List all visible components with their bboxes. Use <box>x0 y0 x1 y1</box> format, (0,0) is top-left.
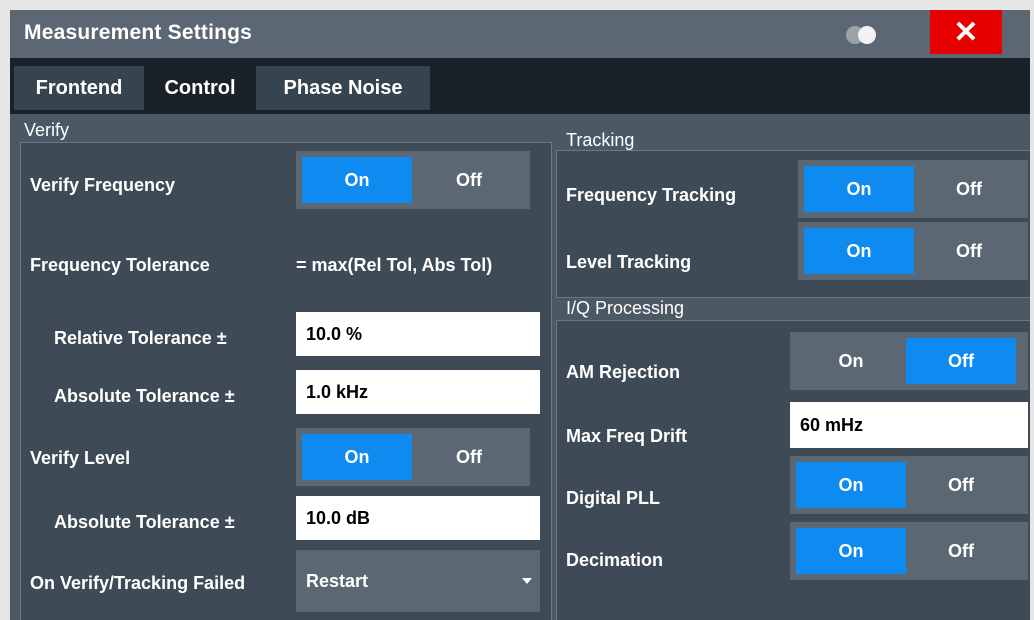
verify-level-on[interactable]: On <box>302 434 412 480</box>
level-tracking-toggle[interactable]: On Off <box>798 222 1028 280</box>
verify-frequency-off[interactable]: Off <box>414 157 524 203</box>
relative-tolerance-label: Relative Tolerance ± <box>54 328 227 348</box>
digital-pll-on[interactable]: On <box>796 462 906 508</box>
frequency-tracking-label: Frequency Tracking <box>566 185 737 205</box>
frequency-tracking-on[interactable]: On <box>804 166 914 212</box>
tab-strip: Frontend Control Phase Noise <box>10 58 1030 114</box>
chevron-down-icon <box>522 578 532 584</box>
level-tracking-label: Level Tracking <box>566 252 692 272</box>
tab-frontend[interactable]: Frontend <box>14 66 144 110</box>
max-freq-drift-input[interactable]: 60 mHz <box>790 402 1028 448</box>
max-freq-drift-label: Max Freq Drift <box>566 426 688 446</box>
frequency-tolerance-value: = max(Rel Tol, Abs Tol) <box>296 255 493 275</box>
frequency-tracking-off[interactable]: Off <box>914 166 1024 212</box>
absolute-tolerance-freq-input[interactable]: 1.0 kHz <box>296 370 540 414</box>
theme-toggle-icon[interactable] <box>846 26 880 44</box>
level-tracking-off[interactable]: Off <box>914 228 1024 274</box>
dialog-title: Measurement Settings <box>24 21 253 44</box>
close-icon: ✕ <box>953 15 979 49</box>
iq-processing-section-title: I/Q Processing <box>566 298 685 318</box>
am-rejection-label: AM Rejection <box>566 362 681 382</box>
decimation-on[interactable]: On <box>796 528 906 574</box>
on-failed-dropdown[interactable]: Restart <box>296 550 540 612</box>
frequency-tolerance-label: Frequency Tolerance <box>30 255 210 275</box>
measurement-settings-dialog: Measurement Settings ✕ Frontend Control … <box>10 10 1030 620</box>
decimation-off[interactable]: Off <box>906 528 1016 574</box>
tab-control[interactable]: Control <box>146 66 254 110</box>
am-rejection-off[interactable]: Off <box>906 338 1016 384</box>
close-button[interactable]: ✕ <box>930 10 1002 54</box>
tracking-section-title: Tracking <box>566 130 635 150</box>
am-rejection-toggle[interactable]: On Off <box>790 332 1028 390</box>
digital-pll-off[interactable]: Off <box>906 462 1016 508</box>
frequency-tracking-toggle[interactable]: On Off <box>798 160 1028 218</box>
verify-section-title: Verify <box>24 120 70 140</box>
verify-level-toggle[interactable]: On Off <box>296 428 530 486</box>
verify-level-off[interactable]: Off <box>414 434 524 480</box>
verify-level-label: Verify Level <box>30 448 131 468</box>
decimation-label: Decimation <box>566 550 664 570</box>
verify-frequency-toggle[interactable]: On Off <box>296 151 530 209</box>
am-rejection-on[interactable]: On <box>796 338 906 384</box>
verify-frequency-label: Verify Frequency <box>30 175 176 195</box>
verify-frequency-on[interactable]: On <box>302 157 412 203</box>
tab-phase-noise[interactable]: Phase Noise <box>256 66 430 110</box>
digital-pll-label: Digital PLL <box>566 488 660 508</box>
level-tracking-on[interactable]: On <box>804 228 914 274</box>
absolute-tolerance-level-input[interactable]: 10.0 dB <box>296 496 540 540</box>
relative-tolerance-input[interactable]: 10.0 % <box>296 312 540 356</box>
title-bar: Measurement Settings ✕ <box>10 10 1030 58</box>
digital-pll-toggle[interactable]: On Off <box>790 456 1028 514</box>
absolute-tolerance-level-label: Absolute Tolerance ± <box>54 512 235 532</box>
decimation-toggle[interactable]: On Off <box>790 522 1028 580</box>
on-failed-label: On Verify/Tracking Failed <box>30 573 246 593</box>
absolute-tolerance-freq-label: Absolute Tolerance ± <box>54 386 235 406</box>
